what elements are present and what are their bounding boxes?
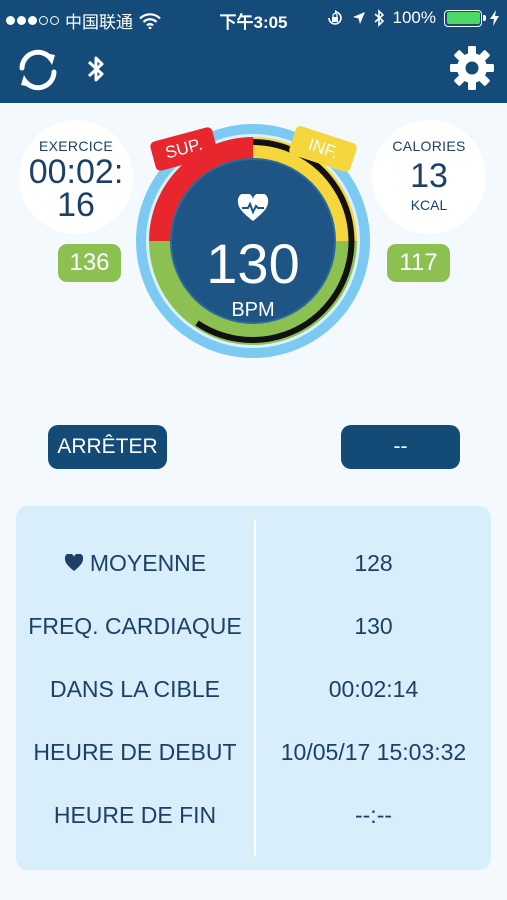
app-bar: [0, 36, 507, 103]
status-bar: 中国联通 下午3:05 100%: [0, 0, 507, 36]
sync-icon[interactable]: [14, 46, 62, 94]
bluetooth-small-icon: [373, 9, 384, 27]
battery-icon: [444, 9, 486, 27]
lock-rotation-icon: [327, 10, 342, 25]
end-time-value: --:--: [354, 802, 393, 828]
status-right: 100%: [326, 8, 499, 28]
heart-icon: [64, 553, 83, 571]
exercise-timer: EXERCICE 00:02: 16: [19, 120, 133, 234]
start-time-value: 10/05/17 15:03:32: [280, 739, 467, 765]
heart-rate-label: FREQ. CARDIAQUE: [28, 613, 242, 639]
exercise-label: EXERCICE: [39, 138, 113, 154]
stop-button[interactable]: ARRÊTER: [48, 425, 167, 469]
average-label-cell: MOYENNE: [16, 550, 254, 577]
inf-flag-label: INF.: [305, 134, 341, 163]
location-arrow-icon: [352, 12, 365, 24]
charging-icon: [490, 10, 499, 26]
average-value: 128: [354, 550, 393, 576]
summary-panel: MOYENNE 128 FREQ. CARDIAQUE 130 DANS LA …: [16, 506, 491, 870]
exercise-time-line2: 16: [57, 186, 95, 224]
average-label: MOYENNE: [89, 550, 207, 576]
end-time-label: HEURE DE FIN: [53, 802, 217, 828]
heart-rate-value: 130: [354, 613, 393, 639]
exercise-time-line1: 00:02:: [28, 153, 124, 191]
bpm-value: 130: [206, 232, 300, 295]
bpm-unit: BPM: [231, 299, 275, 321]
upper-limit-badge: 136: [58, 244, 121, 282]
settings-gear-icon[interactable]: [448, 44, 496, 92]
calories-display: CALORIES 13 KCAL: [372, 120, 486, 234]
secondary-button[interactable]: --: [341, 425, 460, 469]
battery-percentage: 100%: [392, 8, 436, 27]
in-target-value: 00:02:14: [328, 676, 419, 702]
calories-label: CALORIES: [392, 138, 466, 154]
calories-value: 13: [410, 157, 448, 195]
lower-limit-badge: 117: [387, 244, 450, 282]
calories-unit: KCAL: [410, 197, 448, 213]
main-content: EXERCICE 00:02: 16 CALORIES 13 KCAL 136 …: [0, 103, 507, 900]
in-target-label: DANS LA CIBLE: [49, 676, 221, 702]
sup-flag-label: SUP.: [163, 134, 205, 163]
heartbeat-icon: [237, 194, 269, 221]
start-time-label: HEURE DE DEBUT: [33, 739, 237, 765]
bluetooth-icon[interactable]: [86, 53, 106, 85]
